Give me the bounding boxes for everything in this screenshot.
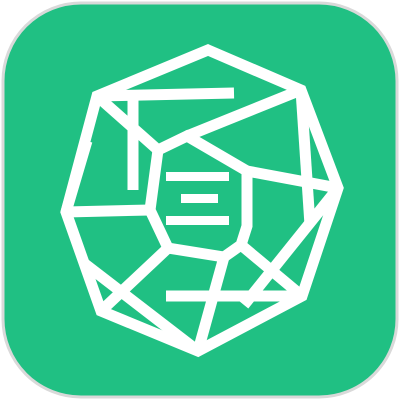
center-bar-middle <box>181 194 218 203</box>
octagonal-aperture-logo-icon[interactable] <box>0 0 400 400</box>
center-bar-bottom <box>166 216 229 225</box>
blade-line-12 <box>65 204 151 218</box>
center-bar-top <box>166 172 229 181</box>
blade-line-1 <box>96 87 235 102</box>
app-icon-canvas <box>0 0 400 400</box>
